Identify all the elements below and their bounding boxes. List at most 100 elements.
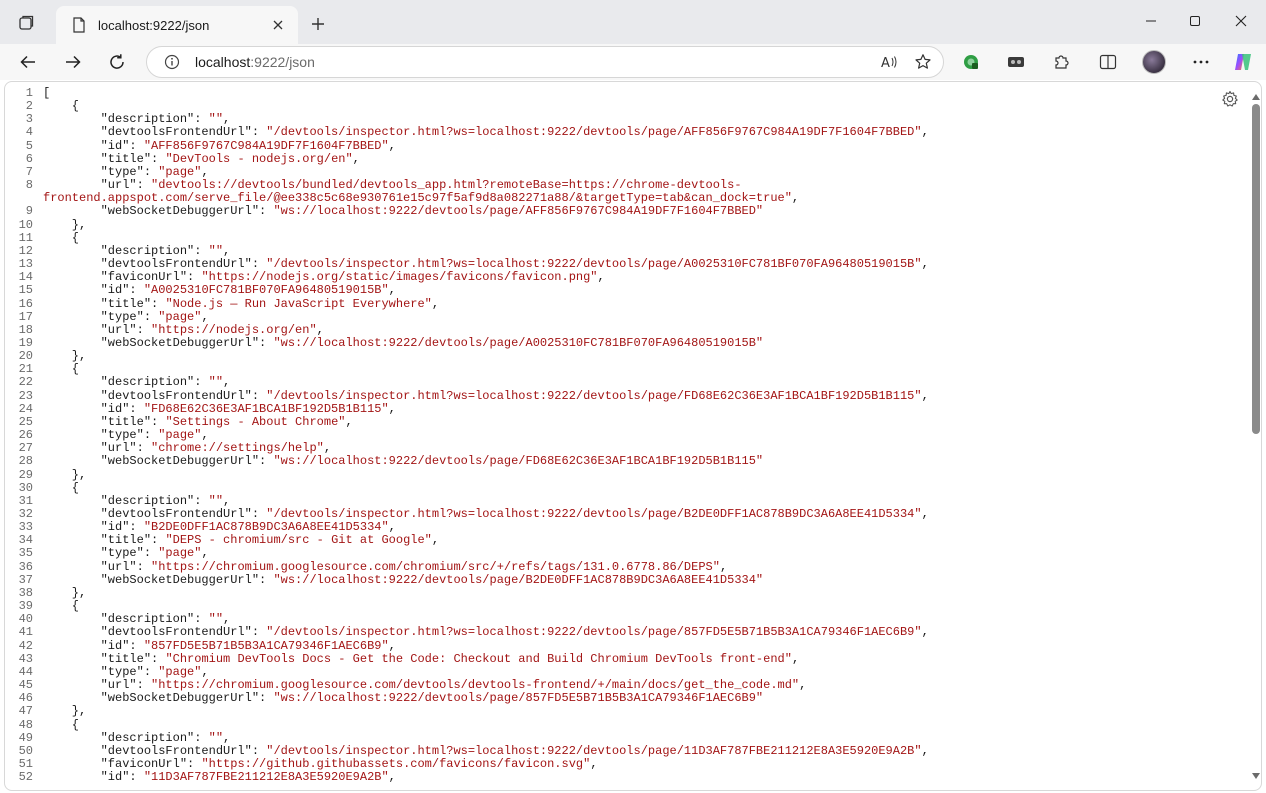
- json-token: "description": [100, 112, 195, 127]
- json-token: :: [129, 401, 144, 416]
- json-string-value: "/devtools/inspector.html?ws=localhost:9…: [266, 388, 922, 403]
- json-token: ,: [352, 151, 360, 166]
- line-number: 22: [18, 375, 33, 390]
- json-token: ,: [921, 625, 929, 640]
- json-string-value: "857FD5E5B71B5B3A1CA79346F1AEC6B9": [143, 638, 389, 653]
- plus-icon[interactable]: [305, 11, 331, 37]
- split-screen-icon[interactable]: [1093, 48, 1123, 76]
- json-token: "title": [100, 151, 152, 166]
- json-token: :: [151, 151, 166, 166]
- active-tab[interactable]: localhost:9222/json: [56, 6, 298, 44]
- json-token: "webSocketDebuggerUrl": [100, 335, 260, 350]
- json-token: :: [194, 730, 209, 745]
- read-aloud-icon[interactable]: A: [875, 48, 903, 76]
- json-string-value: "/devtools/inspector.html?ws=localhost:9…: [266, 625, 922, 640]
- scroll-up-arrow[interactable]: [1252, 94, 1260, 100]
- json-token: :: [259, 691, 274, 706]
- json-token: ,: [388, 401, 396, 416]
- favorite-star-icon[interactable]: [909, 48, 937, 76]
- line-number: 23: [18, 388, 33, 403]
- json-token: :: [143, 164, 159, 179]
- json-token: ,: [323, 441, 332, 456]
- json-token: "description": [100, 730, 195, 745]
- settings-gear-icon[interactable]: [1219, 88, 1241, 110]
- json-token: "webSocketDebuggerUrl": [100, 572, 260, 587]
- json-token: "description": [100, 493, 195, 508]
- maximize-icon[interactable]: [1172, 6, 1218, 36]
- json-token: ,: [921, 125, 929, 140]
- json-code[interactable]: 1[2 {3 "description": "", 4 "devtoolsFron…: [5, 86, 1247, 784]
- json-token: ,: [388, 638, 396, 653]
- scroll-down-arrow[interactable]: [1252, 773, 1260, 779]
- line-number: 3: [25, 112, 33, 127]
- json-string-value: "https://nodejs.org/static/images/favico…: [201, 270, 598, 285]
- json-token: :: [251, 388, 267, 403]
- json-token: :: [251, 743, 267, 758]
- url-text[interactable]: localhost:9222/json: [195, 54, 875, 70]
- json-token: ,: [201, 309, 209, 324]
- extension-dark-icon[interactable]: [1001, 48, 1031, 76]
- forward-icon[interactable]: [59, 48, 87, 76]
- line-number: 36: [18, 559, 33, 574]
- json-token: ,: [223, 730, 231, 745]
- profile-avatar[interactable]: [1142, 50, 1166, 74]
- back-icon[interactable]: [14, 48, 42, 76]
- line-number: 47: [18, 704, 33, 719]
- json-token: "title": [100, 651, 152, 666]
- json-string-value: "DevTools - nodejs.org/en": [165, 151, 353, 166]
- info-icon[interactable]: [163, 53, 181, 71]
- json-token: :: [129, 638, 144, 653]
- json-string-value: "page": [158, 664, 202, 679]
- extensions-puzzle-icon[interactable]: [1046, 48, 1076, 76]
- copilot-icon[interactable]: [1228, 48, 1258, 76]
- code-line: 47 },: [5, 705, 1247, 718]
- json-string-value: "ws://localhost:9222/devtools/page/FD68E…: [273, 454, 764, 469]
- json-token: "webSocketDebuggerUrl": [100, 454, 260, 469]
- json-string-value: "": [208, 243, 224, 258]
- json-string-value: "": [208, 493, 224, 508]
- json-token: ,: [719, 559, 728, 574]
- json-string-value: "": [208, 375, 224, 390]
- json-token: :: [136, 322, 152, 337]
- json-token: {: [43, 717, 80, 732]
- json-string-value: "devtools://devtools/bundled/devtools_ap…: [151, 178, 742, 193]
- tab-actions-icon[interactable]: [10, 8, 42, 38]
- json-token: ,: [223, 612, 231, 627]
- extension-green-icon[interactable]: [956, 48, 986, 76]
- json-string-value: "https://github.githubassets.com/favicon…: [201, 756, 591, 771]
- line-number: 18: [18, 322, 33, 337]
- json-token: ,: [223, 112, 231, 127]
- minimize-icon[interactable]: [1128, 6, 1174, 36]
- address-bar[interactable]: localhost:9222/json A: [146, 46, 944, 78]
- json-token: ,: [791, 651, 800, 666]
- window-close-icon[interactable]: [1218, 6, 1264, 36]
- json-token: "webSocketDebuggerUrl": [100, 204, 260, 219]
- json-string-value: "B2DE0DFF1AC878B9DC3A6A8EE41D5334": [143, 520, 389, 535]
- json-string-value: "https://chromium.googlesource.com/chrom…: [151, 559, 720, 574]
- json-token: :: [187, 270, 202, 285]
- more-dots-icon[interactable]: [1186, 48, 1216, 76]
- json-token: "title": [100, 533, 152, 548]
- scroll-thumb[interactable]: [1252, 104, 1260, 434]
- json-string-value: "Chromium DevTools Docs - Get the Code: …: [165, 651, 792, 666]
- json-token: "id": [100, 520, 130, 535]
- json-token: "url": [100, 441, 137, 456]
- json-token: :: [129, 520, 144, 535]
- refresh-icon[interactable]: [103, 48, 131, 76]
- close-icon[interactable]: [268, 15, 288, 35]
- page-icon: [72, 17, 88, 33]
- vertical-scrollbar[interactable]: [1249, 82, 1261, 790]
